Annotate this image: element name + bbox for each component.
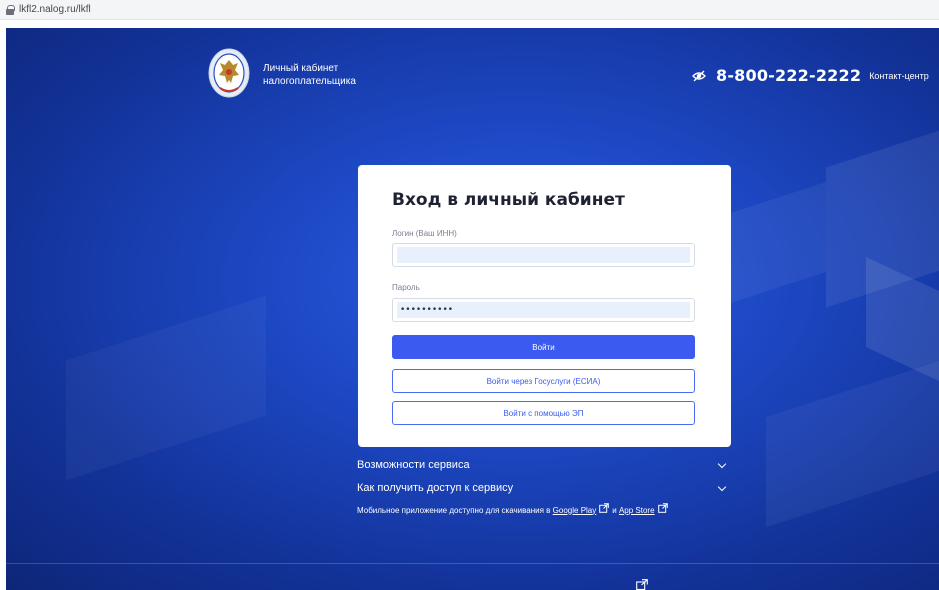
- brand-line-2: налогоплательщика: [263, 76, 356, 87]
- browser-address-bar[interactable]: lkfl2.nalog.ru/lkfl: [0, 0, 939, 20]
- chevron-down-icon: [717, 459, 727, 468]
- mobile-app-note: Мобильное приложение доступно для скачив…: [357, 503, 671, 515]
- footer-divider: [6, 563, 939, 564]
- password-field-label: Пароль: [392, 283, 420, 292]
- external-link-icon: [657, 503, 668, 513]
- access-accordion-label: Как получить доступ к сервису: [357, 482, 514, 494]
- url-text: lkfl2.nalog.ru/lkfl: [19, 4, 91, 15]
- login-title: Вход в личный кабинет: [392, 190, 625, 210]
- gosuslugi-login-button[interactable]: Войти через Госуслуги (ЕСИА): [392, 369, 695, 393]
- login-input-value: [397, 247, 690, 263]
- features-accordion-label: Возможности сервиса: [357, 459, 470, 471]
- login-input[interactable]: [392, 243, 695, 267]
- password-input[interactable]: ••••••••••: [392, 298, 695, 322]
- login-submit-button[interactable]: Войти: [392, 335, 695, 359]
- and-text: и: [612, 505, 617, 515]
- mobile-app-text: Мобильное приложение доступно для скачив…: [357, 505, 551, 515]
- decor-shape: [766, 358, 939, 528]
- chevron-down-icon: [717, 482, 727, 491]
- brand-line-1: Личный кабинет: [263, 63, 339, 74]
- google-play-link[interactable]: Google Play: [553, 506, 597, 515]
- lock-icon: [6, 4, 15, 15]
- phone-number-link[interactable]: 8-800-222-2222: [716, 66, 861, 85]
- password-input-value: ••••••••••: [397, 302, 690, 318]
- login-card: Вход в личный кабинет Логин (Ваш ИНН) Па…: [358, 165, 731, 447]
- ep-login-button[interactable]: Войти с помощью ЭП: [392, 401, 695, 425]
- decor-shape: [866, 257, 939, 389]
- brand-title: Личный кабинет налогоплательщика: [263, 62, 356, 88]
- app-store-link[interactable]: App Store: [619, 506, 655, 515]
- fns-emblem-logo[interactable]: [208, 48, 250, 98]
- login-field-label: Логин (Ваш ИНН): [392, 229, 457, 238]
- external-link-icon[interactable]: [636, 579, 648, 590]
- visually-impaired-eye-icon[interactable]: [692, 70, 706, 82]
- contact-block: 8-800-222-2222 Контакт-центр: [692, 66, 929, 85]
- access-accordion[interactable]: Как получить доступ к сервису: [357, 479, 731, 497]
- contact-center-label: Контакт-центр: [869, 70, 929, 81]
- external-link-icon: [599, 503, 610, 513]
- decor-shape: [66, 295, 266, 481]
- features-accordion[interactable]: Возможности сервиса: [357, 456, 731, 474]
